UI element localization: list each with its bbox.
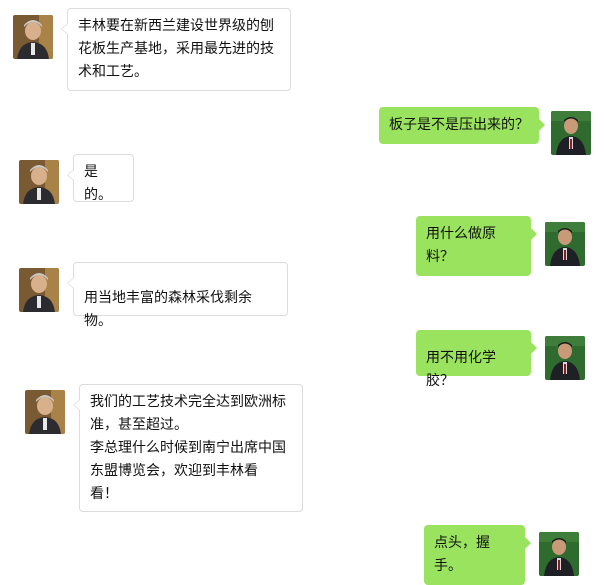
man-in-suit-avatar: [551, 111, 591, 155]
gray-haired-man-avatar: [19, 160, 59, 204]
man-in-suit-avatar: [545, 336, 585, 380]
message-bubble-4: 用什么做原料？: [416, 216, 537, 276]
message-bubble-6: 用不用化学胶？: [416, 330, 537, 389]
message-bubble-5: 用当地丰富的森林采伐剩余物。: [67, 262, 288, 329]
man-in-suit-avatar: [545, 222, 585, 266]
message-bubble-2: 板子是不是压出来的？: [379, 107, 545, 144]
message-bubble-3: 是的。: [67, 154, 134, 203]
gray-haired-man-avatar: [13, 15, 53, 59]
man-in-suit-avatar: [539, 532, 579, 576]
message-bubble-7: 我们的工艺技术完全达到欧洲标 准，甚至超过。 李总理什么时候到南宁出席中国 东盟…: [73, 384, 303, 512]
gray-haired-man-avatar: [25, 390, 65, 434]
message-bubble-1: 丰林要在新西兰建设世界级的刨 花板生产基地，采用最先进的技 术和工艺。: [61, 8, 291, 91]
message-bubble-8: 点头，握手。: [424, 525, 531, 585]
gray-haired-man-avatar: [19, 268, 59, 312]
